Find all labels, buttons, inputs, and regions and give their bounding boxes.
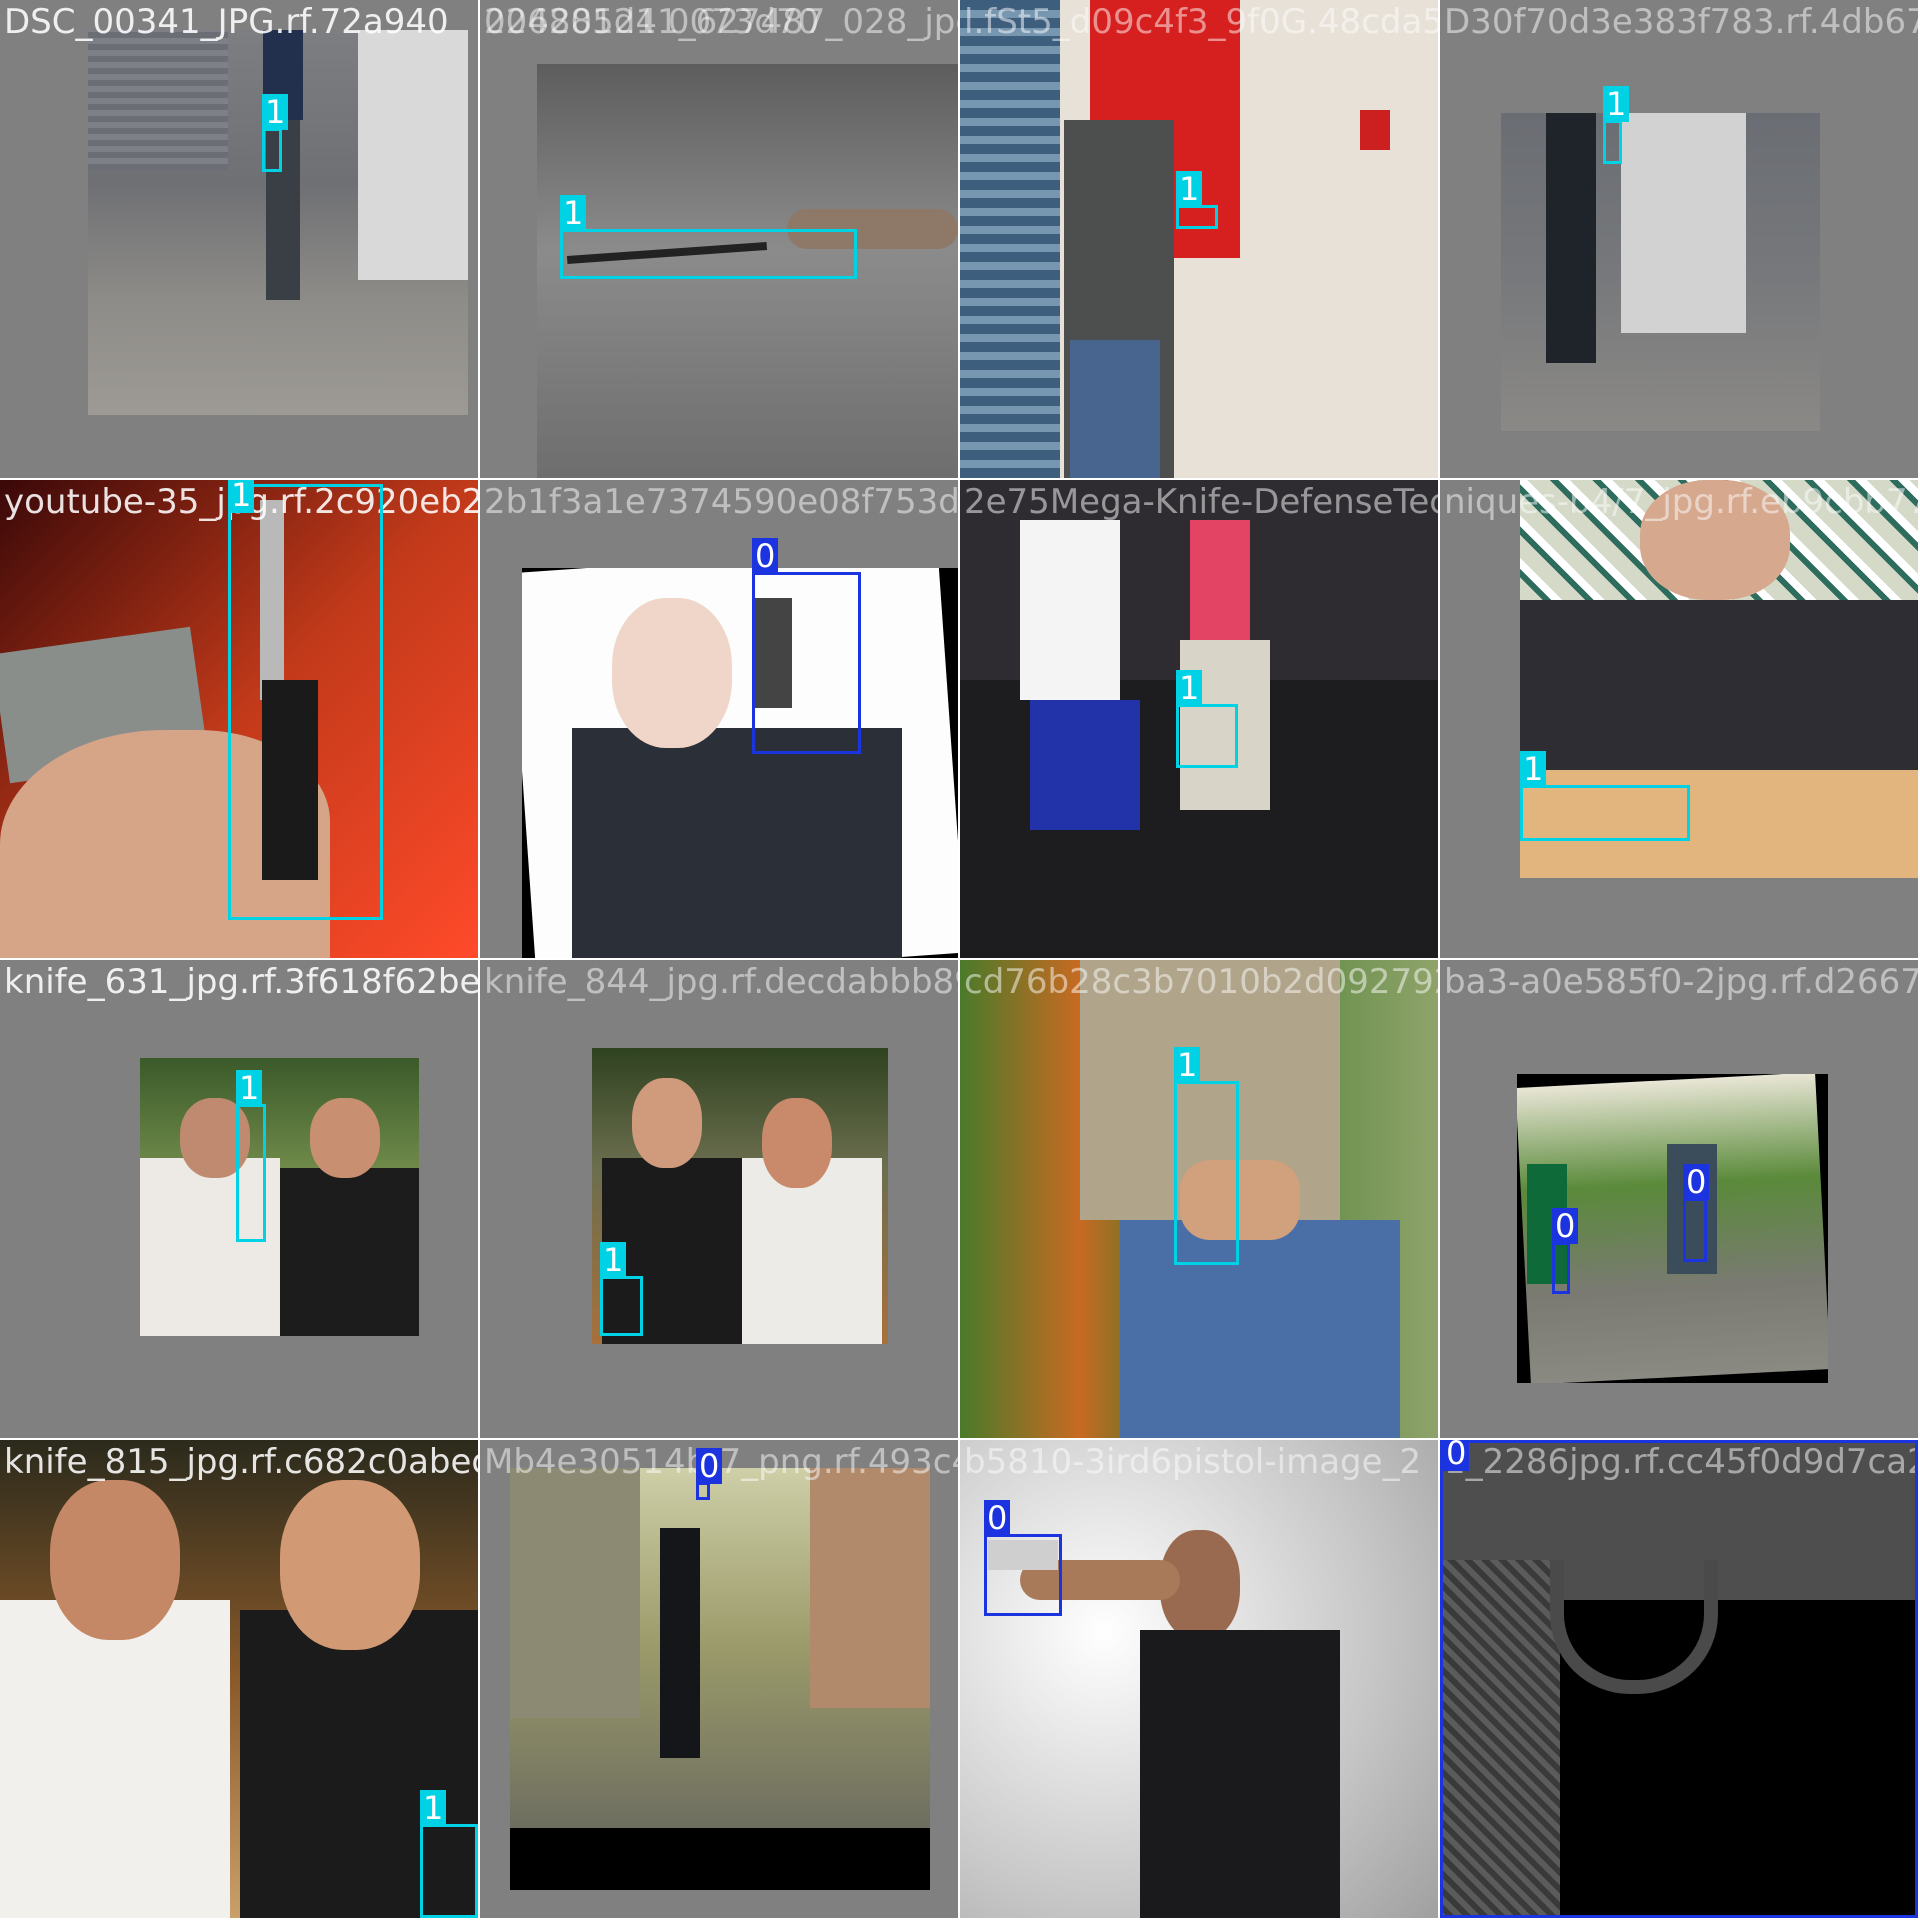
detection-box: 0 [752, 538, 861, 754]
image-filename: ba3-a0e585f0-2jpg.rf.d2667 [1444, 962, 1918, 1002]
mosaic-tile: knife_815_jpg.rf.c682c0abed 1 [0, 1440, 478, 1918]
photo-man-pistol [960, 1440, 1438, 1918]
detection-box: 1 [1174, 1047, 1239, 1265]
detection-box: 0 [984, 1500, 1062, 1616]
detection-box: 1 [262, 94, 289, 172]
class-label: 0 [752, 538, 779, 574]
detection-box: 1 [600, 1242, 643, 1336]
class-label: 1 [1174, 1047, 1201, 1083]
detection-box: 1 [228, 480, 383, 920]
image-filename: 2b1f3a1e7374590e08f753dc [484, 482, 958, 522]
photo-city-gunman [510, 1468, 930, 1890]
detection-box: 1 [1176, 171, 1218, 229]
mosaic-tile: D30f70d3e383f783.rf.4db671 1 [1440, 0, 1918, 478]
photo-garage-man [88, 30, 468, 415]
class-label: 1 [1520, 751, 1547, 787]
photo-corridor-person [1501, 113, 1820, 431]
image-filename: l.fSt5_d09c4f3_9f0G.48cda5f43 [964, 2, 1438, 42]
class-label: 0 [1443, 1440, 1470, 1471]
mosaic-tile: cd76b28c3b7010b2d092792b 1 [960, 960, 1438, 1438]
image-filename: knife_631_jpg.rf.3f618f62be [4, 962, 478, 1002]
image-filename: niques-b4/7_jpg.rf.eb9cbb77 [1444, 482, 1918, 522]
mosaic-tile: niques-b4/7_jpg.rf.eb9cbb77 1 [1440, 480, 1918, 958]
photo-clown-gun [522, 568, 958, 958]
photo-two-men-knife [140, 1058, 419, 1336]
mosaic-tile: b5810-3ird6pistol-image_2 0 [960, 1440, 1438, 1918]
class-label: 0 [1552, 1208, 1579, 1244]
mosaic-tile: DSC_00341_JPG.rf.72a940 1 [0, 0, 478, 478]
mosaic-grid: DSC_00341_JPG.rf.72a940 1 204285d41_6274… [0, 0, 1920, 1920]
mosaic-tile: 2b1f3a1e7374590e08f753dc 0 [480, 480, 958, 958]
photo-men-closeup [0, 1440, 478, 1918]
detection-box: 1 [1520, 751, 1690, 841]
image-filename: 2e75Mega-Knife-DefenseTech [964, 482, 1438, 522]
class-label: 1 [1176, 171, 1203, 207]
image-filename: b5810-3ird6pistol-image_2 [964, 1442, 1422, 1482]
image-filename: D30f70d3e383f783.rf.4db671 [1444, 2, 1918, 42]
image-filename: knife_844_jpg.rf.decdabbb89 [484, 962, 958, 1002]
image-filename: DSC_00341_JPG.rf.72a940 [4, 2, 449, 42]
mosaic-tile: youtube-35_jpg.rf.2c920eb2 1 [0, 480, 478, 958]
detection-box: 1 [236, 1070, 266, 1242]
detection-box: 1 [560, 195, 857, 279]
detection-box: 0 [1683, 1164, 1710, 1262]
mosaic-tile: knife_844_jpg.rf.decdabbb89 1 [480, 960, 958, 1438]
detection-box: 1 [1603, 86, 1630, 164]
class-label: 1 [236, 1070, 263, 1106]
mosaic-tile: 204285d41_627487_028_jpg. 02680121 0073d… [480, 0, 958, 478]
class-label: 1 [1176, 670, 1203, 706]
class-label: 0 [1683, 1164, 1710, 1200]
class-label: 1 [600, 1242, 627, 1278]
class-label: 1 [420, 1790, 447, 1826]
class-label: 1 [228, 480, 255, 513]
class-label: 1 [560, 195, 587, 231]
class-label: 0 [984, 1500, 1011, 1536]
mosaic-tile: knife_631_jpg.rf.3f618f62be 1 [0, 960, 478, 1438]
mosaic-tile: 1_2286jpg.rf.cc45f0d9d7ca2 0 [1440, 1440, 1918, 1918]
detection-box: 1 [1176, 670, 1238, 768]
class-label: 0 [696, 1448, 723, 1484]
mosaic-tile: 2e75Mega-Knife-DefenseTech 1 [960, 480, 1438, 958]
image-filename: cd76b28c3b7010b2d092792b [964, 962, 1438, 1002]
mosaic-tile: l.fSt5_d09c4f3_9f0G.48cda5f43 1 [960, 0, 1438, 478]
image-filename: 02680121 0073d70 [484, 2, 820, 42]
detection-box: 0 [1552, 1208, 1579, 1294]
image-filename: knife_815_jpg.rf.c682c0abed [4, 1442, 478, 1482]
photo-fire-cabinet [960, 0, 1438, 478]
detection-box: 0 [1440, 1440, 1918, 1918]
mosaic-tile: Mb4e30514b-7_png.rf.493c423 0 [480, 1440, 958, 1918]
class-label: 1 [1603, 86, 1630, 122]
detection-box: 1 [420, 1790, 478, 1918]
class-label: 1 [262, 94, 289, 130]
mosaic-tile: ba3-a0e585f0-2jpg.rf.d2667 0 0 [1440, 960, 1918, 1438]
detection-box: 0 [696, 1448, 723, 1500]
